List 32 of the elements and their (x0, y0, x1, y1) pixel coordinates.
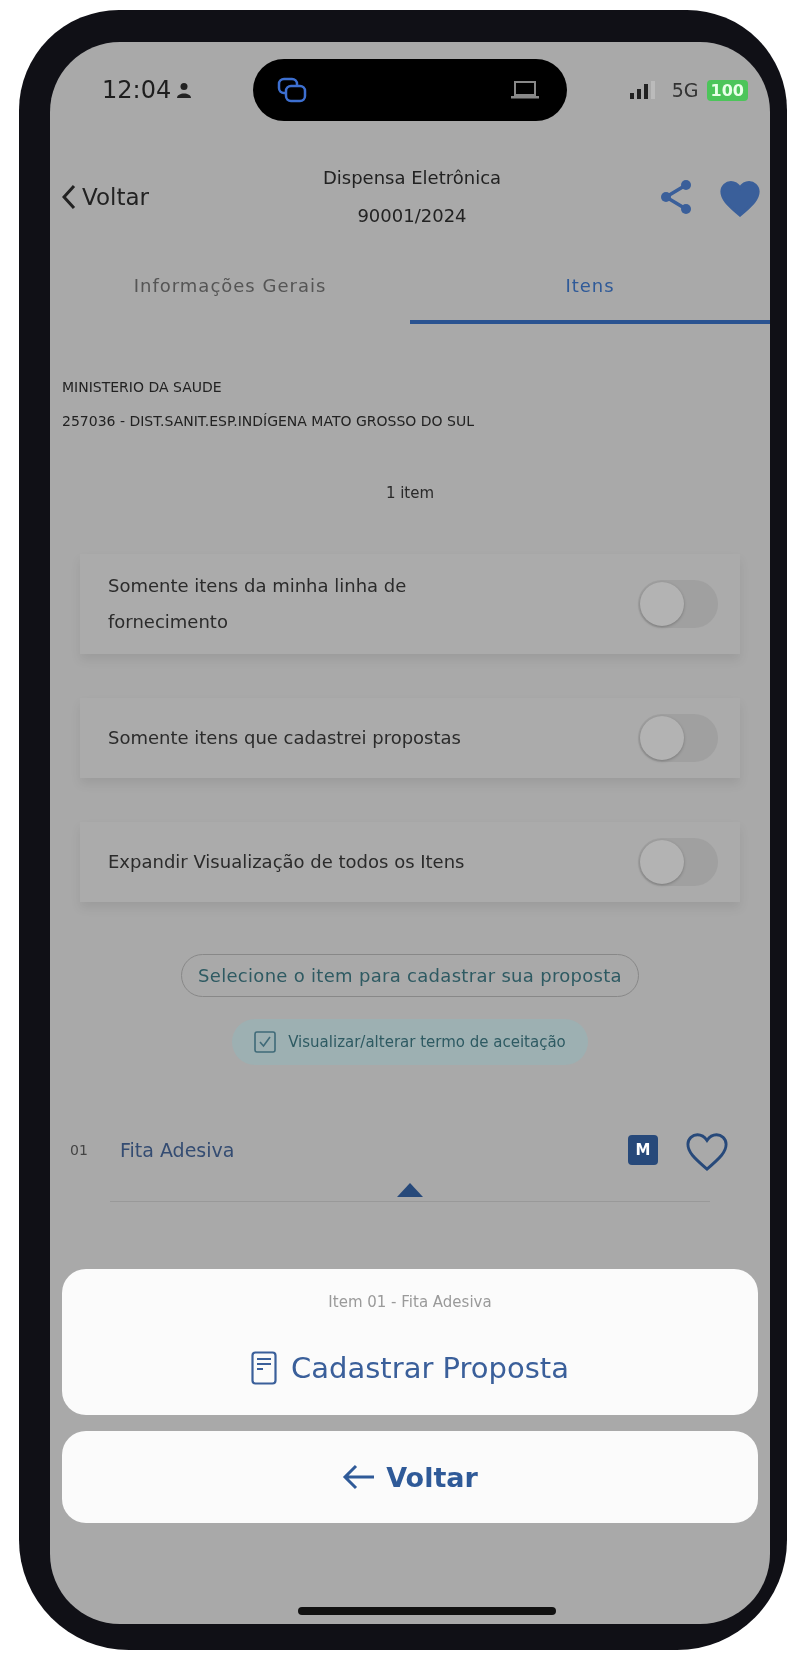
item-number: 01 (70, 1142, 89, 1158)
person-icon (177, 82, 192, 98)
item-badge: M (628, 1135, 658, 1165)
checkbox[interactable] (254, 1031, 277, 1053)
item-name[interactable]: Fita Adesiva (120, 1139, 628, 1161)
register-proposal-button[interactable]: Cadastrar Proposta (231, 1347, 589, 1415)
collapse-arrow-icon[interactable] (397, 1183, 423, 1197)
terms-button[interactable]: Visualizar/alterar termo de aceitação (232, 1019, 588, 1065)
toggle-switch[interactable] (638, 714, 718, 762)
arrow-left-icon (342, 1464, 377, 1490)
tab[interactable]: Informações Gerais (50, 259, 410, 324)
toggle-switch[interactable] (638, 580, 718, 628)
laptop-icon (511, 81, 540, 99)
clock-time: 12:04 (102, 76, 172, 104)
organization-unit: 257036 - DIST.SANIT.ESP.INDÍGENA MATO GROSSO DO SUL (62, 412, 475, 431)
overlapping-windows-icon (277, 77, 308, 103)
process-number: 90001/2024 (357, 204, 467, 228)
filter-label: Expandir Visualização de todos os Itens (108, 850, 465, 874)
tab[interactable]: Itens (410, 259, 770, 324)
back-button[interactable]: Voltar (62, 1431, 758, 1523)
organization-name: MINISTERIO DA SAUDE (62, 378, 223, 397)
chevron-left-icon (62, 184, 76, 210)
sheet-title: Item 01 - Fita Adesiva (328, 1292, 492, 1313)
filter-label: Somente itens da minha linha de fornecimento (108, 574, 408, 634)
item-count: 1 item (384, 484, 436, 502)
network-label: 5G (671, 79, 699, 101)
page-title: Dispensa Eletrônica (322, 166, 502, 190)
document-icon (251, 1351, 278, 1385)
filter-label: Somente itens que cadastrei propostas (108, 726, 461, 750)
battery-level: 100 (706, 79, 748, 101)
back-button[interactable]: Voltar (62, 184, 222, 210)
toggle-switch[interactable] (638, 838, 718, 886)
